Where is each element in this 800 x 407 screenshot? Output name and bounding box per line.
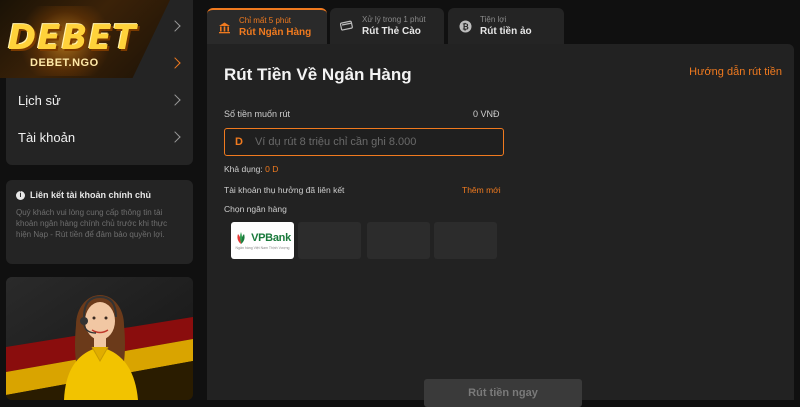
bank-name: VPBank [251,232,291,244]
tab-bank-withdraw[interactable]: Chỉ mất 5 phút Rút Ngân Hàng [207,8,327,44]
sidebar: Lịch sử Tài khoản DEBET DEBET.NGO i Liên… [0,0,193,400]
info-icon: i [16,190,25,200]
card-icon [340,19,354,33]
chevron-right-icon [169,131,181,143]
sidebar-item-label: Lịch sử [18,92,61,108]
choose-bank-label: Chọn ngân hàng [224,204,287,214]
bank-icon [217,20,231,34]
amount-label: Số tiền muốn rút [224,109,291,119]
logo-text: DEBET [8,18,137,58]
tab-label: Rút Ngân Hàng [239,27,312,38]
sidebar-item-label: Tài khoản [18,129,76,145]
info-title-text: Liên kết tài khoản chính chủ [30,190,152,200]
bitcoin-icon: ₿ [458,19,472,33]
promo-illustration [6,277,193,400]
logo-subtext: DEBET.NGO [30,57,99,69]
available-label: Khả dụng: [224,164,263,174]
withdraw-panel: Rút Tiền Về Ngân Hàng Hướng dẫn rút tiền… [207,44,794,407]
account-link-info-card: i Liên kết tài khoản chính chủ Quý khách… [6,180,193,264]
amount-value: 0 VNĐ [473,109,500,119]
tab-label: Rút tiền ảo [480,26,532,37]
tab-subtitle: Chỉ mất 5 phút [239,16,292,25]
bank-option-placeholder[interactable] [434,222,497,259]
promo-banner [6,277,193,400]
tab-subtitle: Tiện lợi [480,15,507,24]
withdraw-guide-link[interactable]: Hướng dẫn rút tiền [689,66,782,78]
tab-crypto-withdraw[interactable]: ₿ Tiện lợi Rút tiền ảo [448,8,564,44]
add-account-link[interactable]: Thêm mới [462,185,501,195]
currency-mark: D [235,136,243,148]
available-balance: Khả dụng: 0 D [224,164,278,174]
bank-option-placeholder[interactable] [367,222,430,259]
svg-text:₿: ₿ [462,22,469,31]
bank-option-placeholder[interactable] [298,222,361,259]
vpbank-leaf-icon [237,232,245,244]
chevron-right-icon [169,20,181,32]
info-card-body: Quý khách vui lòng cung cấp thông tin tà… [16,208,168,239]
tab-label: Rút Thẻ Cào [362,26,421,37]
bank-tagline: Ngân hàng Việt Nam Thịnh Vượng [235,246,290,250]
bank-option-vpbank[interactable]: VPBank Ngân hàng Việt Nam Thịnh Vượng [231,222,294,259]
chevron-right-icon [169,94,181,106]
vpbank-logo: VPBank [234,231,291,245]
info-card-title: i Liên kết tài khoản chính chủ [16,190,183,200]
tab-card-withdraw[interactable]: Xử lý trong 1 phút Rút Thẻ Cào [330,8,444,44]
sidebar-item-account[interactable]: Tài khoản [6,119,193,155]
amount-input[interactable] [254,136,495,148]
sidebar-item-history[interactable]: Lịch sử [6,82,193,118]
available-value: 0 D [265,164,279,174]
amount-field[interactable]: D [224,128,504,156]
tab-subtitle: Xử lý trong 1 phút [362,15,426,24]
page-title: Rút Tiền Về Ngân Hàng [224,65,412,84]
linked-accounts-label: Tài khoản thụ hưởng đã liên kết [224,185,345,195]
withdraw-now-button[interactable]: Rút tiền ngay [424,379,582,407]
chevron-right-icon [169,57,181,69]
